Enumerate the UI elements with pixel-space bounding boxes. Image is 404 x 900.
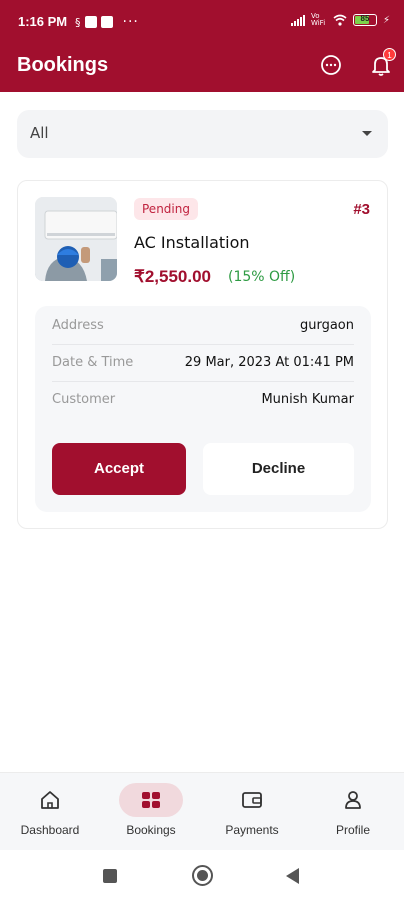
detail-row-datetime: Date & Time 29 Mar, 2023 At 01:41 PM [52, 345, 354, 382]
nav-item-payments[interactable]: Payments [202, 783, 302, 845]
battery-icon: 85 [352, 14, 377, 26]
bottom-navigation: Dashboard Bookings Payments Profile [0, 772, 404, 850]
system-navigation-bar [0, 850, 404, 900]
notification-badge: 1 [383, 48, 396, 61]
booking-id: #3 [353, 201, 370, 218]
detail-value: 29 Mar, 2023 At 01:41 PM [184, 355, 354, 370]
detail-value: gurgaon [299, 318, 354, 333]
sim-icon: § [75, 15, 81, 29]
booking-details: Address gurgaon Date & Time 29 Mar, 2023… [35, 306, 371, 512]
decline-button[interactable]: Decline [203, 443, 354, 495]
vowifi-label: Vo WiFi [310, 12, 326, 27]
nav-item-profile[interactable]: Profile [303, 783, 403, 845]
nav-label: Payments [225, 823, 279, 837]
service-name: AC Installation [134, 233, 250, 252]
app-notification-icon [100, 16, 113, 28]
charging-icon: ⚡ [382, 14, 390, 26]
home-button-icon[interactable] [192, 865, 213, 886]
wallet-icon [242, 792, 262, 808]
status-filter-dropdown[interactable]: All [17, 110, 388, 158]
discount-label: (15% Off) [228, 269, 296, 285]
detail-row-address: Address gurgaon [52, 308, 354, 345]
detail-label: Date & Time [52, 355, 134, 370]
nav-item-dashboard[interactable]: Dashboard [0, 783, 100, 845]
nav-label: Bookings [126, 823, 176, 837]
status-right: Vo WiFi 85 ⚡ [290, 12, 390, 27]
service-thumbnail [35, 197, 117, 281]
bookings-icon [142, 792, 160, 808]
page-title: Bookings [17, 54, 109, 76]
recents-icon[interactable] [103, 869, 117, 883]
back-icon[interactable] [286, 868, 299, 884]
home-icon [41, 791, 59, 809]
nav-label: Dashboard [20, 823, 80, 837]
service-price: ₹2,550.00 [134, 267, 211, 286]
status-time: 1:16 PM [18, 14, 68, 29]
accept-button[interactable]: Accept [52, 443, 186, 495]
filter-selected-value: All [30, 124, 49, 142]
signal-icon [290, 14, 305, 26]
detail-row-customer: Customer Munish Kumar [52, 382, 354, 419]
nav-label: Profile [335, 823, 370, 837]
caret-down-icon [362, 131, 372, 136]
detail-value: Munish Kumar [261, 392, 354, 407]
status-notification-icons: § ··· [75, 14, 139, 30]
notifications-button[interactable]: 1 [368, 48, 396, 78]
status-badge: Pending [134, 198, 198, 220]
wifi-icon [333, 14, 347, 26]
detail-label: Address [52, 318, 104, 333]
user-icon [345, 791, 361, 809]
chat-icon[interactable] [318, 52, 344, 78]
nav-item-bookings[interactable]: Bookings [101, 783, 201, 845]
booking-card[interactable]: Pending #3 AC Installation ₹2,550.00 (15… [17, 180, 388, 529]
more-notifications-icon: ··· [122, 14, 139, 30]
app-bar: Bookings 1 [0, 44, 404, 92]
detail-label: Customer [52, 392, 116, 407]
app-notification-icon [84, 16, 97, 28]
status-bar: 1:16 PM § ··· Vo WiFi 85 ⚡ [0, 0, 404, 44]
